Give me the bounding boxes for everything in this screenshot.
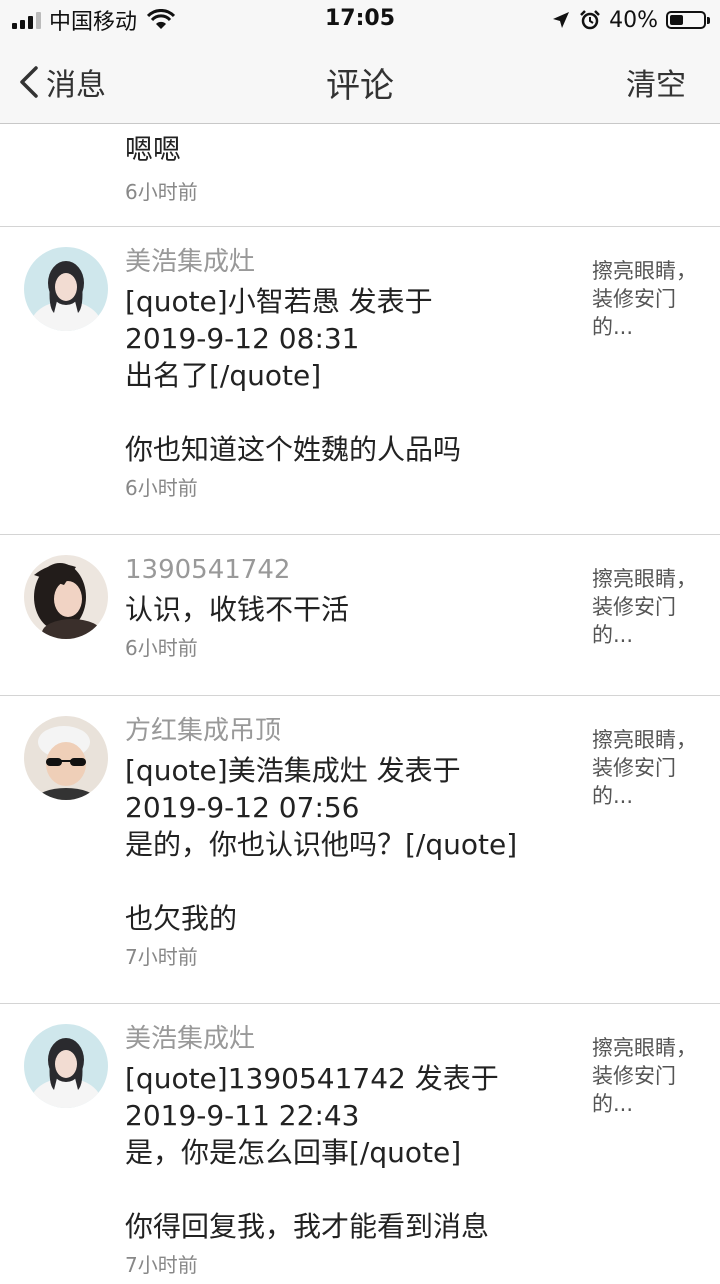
avatar[interactable] — [24, 1024, 108, 1108]
comment-item[interactable]: 嗯嗯 6小时前 — [0, 124, 720, 227]
clear-button[interactable]: 清空 — [626, 60, 686, 104]
comment-text: 认识，收钱不干活 — [125, 593, 350, 626]
back-button[interactable]: 消息 — [12, 60, 106, 104]
battery-icon — [666, 11, 710, 29]
referenced-post[interactable]: 擦亮眼睛，装修安门的... — [592, 726, 702, 810]
comment-time: 6小时前 — [125, 636, 198, 660]
back-label: 消息 — [46, 68, 106, 103]
comment-content: 1390541742 认识，收钱不干活 6小时前 — [125, 553, 570, 662]
comment-text: [quote]小智若愚 发表于 2019-9-12 08:31 出名了[/quo… — [125, 285, 462, 466]
comment-item[interactable]: 美浩集成灶 [quote]1390541742 发表于 2019-9-11 22… — [0, 1004, 720, 1284]
avatar[interactable] — [24, 716, 108, 800]
comment-item[interactable]: 1390541742 认识，收钱不干活 6小时前 擦亮眼睛，装修安门的... — [0, 535, 720, 696]
comment-time: 6小时前 — [125, 180, 198, 204]
comment-text: [quote]1390541742 发表于 2019-9-11 22:43 是，… — [125, 1062, 499, 1243]
nav-bar: 消息 评论 清空 — [0, 40, 720, 124]
referenced-post[interactable]: 擦亮眼睛，装修安门的... — [592, 565, 702, 649]
battery-level — [670, 15, 683, 25]
comment-item[interactable]: 方红集成吊顶 [quote]美浩集成灶 发表于 2019-9-12 07:56 … — [0, 696, 720, 1004]
comment-time: 6小时前 — [125, 476, 198, 500]
chevron-left-icon — [20, 66, 38, 98]
referenced-post[interactable]: 擦亮眼睛，装修安门的... — [592, 257, 702, 341]
status-bar: 中国移动 17:05 40% — [0, 0, 720, 40]
comment-content: 美浩集成灶 [quote]1390541742 发表于 2019-9-11 22… — [125, 1022, 570, 1279]
battery-percent: 40% — [609, 7, 658, 33]
comment-content: 美浩集成灶 [quote]小智若愚 发表于 2019-9-12 08:31 出名… — [125, 245, 570, 502]
referenced-post[interactable]: 擦亮眼睛，装修安门的... — [592, 1034, 702, 1118]
comment-author[interactable]: 美浩集成灶 — [125, 1022, 570, 1056]
comment-time: 7小时前 — [125, 945, 198, 969]
avatar[interactable] — [24, 555, 108, 639]
comment-time: 7小时前 — [125, 1253, 198, 1277]
comment-content: 嗯嗯 6小时前 — [125, 131, 570, 206]
comment-text: [quote]美浩集成灶 发表于 2019-9-12 07:56 是的，你也认识… — [125, 754, 518, 935]
comment-content: 方红集成吊顶 [quote]美浩集成灶 发表于 2019-9-12 07:56 … — [125, 714, 570, 971]
comment-author[interactable]: 方红集成吊顶 — [125, 714, 570, 748]
comment-list: 嗯嗯 6小时前 美浩集成灶 [quote]小智若愚 发表于 2019-9-12 … — [0, 124, 720, 1284]
comment-author[interactable]: 1390541742 — [125, 553, 570, 587]
alarm-icon — [580, 10, 600, 30]
page-title: 评论 — [326, 66, 394, 106]
avatar[interactable] — [24, 247, 108, 331]
status-right: 40% — [551, 6, 710, 34]
comment-author[interactable]: 美浩集成灶 — [125, 245, 570, 279]
comment-text: 嗯嗯 — [125, 133, 182, 166]
location-arrow-icon — [553, 12, 570, 28]
comment-item[interactable]: 美浩集成灶 [quote]小智若愚 发表于 2019-9-12 08:31 出名… — [0, 227, 720, 535]
